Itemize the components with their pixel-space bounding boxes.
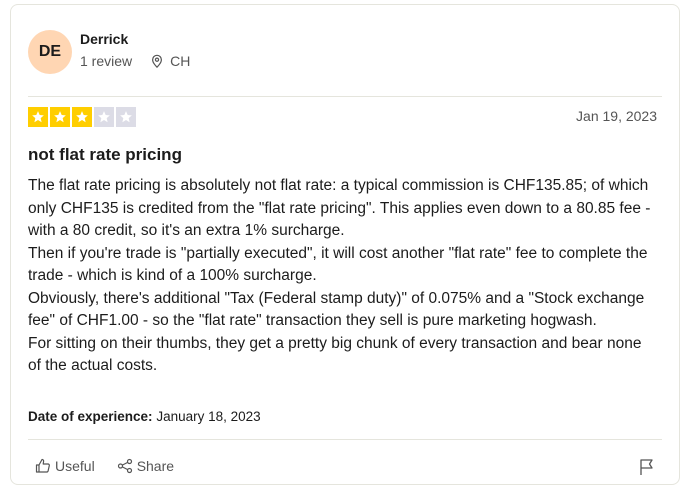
review-date: Jan 19, 2023: [576, 108, 657, 124]
share-label: Share: [136, 458, 175, 474]
star-icon: [98, 111, 110, 123]
star-empty: [116, 107, 136, 127]
review-card: DE Derrick 1 review CH Jan 19, 2023 not …: [10, 4, 680, 485]
review-title[interactable]: not flat rate pricing: [28, 145, 182, 165]
share-button[interactable]: Share: [117, 458, 174, 474]
divider: [28, 96, 662, 97]
review-paragraph: The flat rate pricing is absolutely not …: [28, 177, 651, 239]
reviewer-name[interactable]: Derrick: [80, 31, 128, 47]
flag-icon: [640, 459, 653, 475]
experience-date: January 18, 2023: [156, 409, 261, 424]
date-of-experience: Date of experience: January 18, 2023: [28, 409, 261, 424]
review-paragraph: Then if you're trade is "partially execu…: [28, 244, 648, 285]
review-paragraph: Obviously, there's additional "Tax (Fede…: [28, 289, 645, 330]
star-filled: [50, 107, 70, 127]
star-filled: [28, 107, 48, 127]
star-icon: [32, 111, 44, 123]
report-button[interactable]: [639, 458, 655, 481]
experience-label: Date of experience:: [28, 409, 153, 424]
divider: [28, 439, 662, 440]
reviewer-meta: 1 review CH: [80, 53, 190, 69]
star-icon: [54, 111, 66, 123]
country-code: CH: [170, 53, 191, 69]
share-icon: [117, 458, 132, 474]
review-count: 1 review: [80, 53, 133, 69]
star-empty: [94, 107, 114, 127]
review-paragraph: For sitting on their thumbs, they get a …: [28, 334, 642, 375]
review-body: The flat rate pricing is absolutely not …: [28, 175, 658, 378]
useful-button[interactable]: Useful: [35, 458, 95, 474]
avatar-initials: DE: [38, 43, 62, 60]
star-icon: [120, 111, 132, 123]
star-filled: [72, 107, 92, 127]
location-pin-icon: [152, 54, 163, 68]
review-actions: Useful Share: [35, 458, 196, 474]
reviewer-location: CH: [150, 53, 190, 69]
thumbs-up-icon: [35, 458, 50, 473]
avatar[interactable]: DE: [28, 30, 72, 74]
useful-label: Useful: [55, 458, 95, 474]
star-rating: [28, 107, 136, 127]
star-icon: [76, 111, 88, 123]
